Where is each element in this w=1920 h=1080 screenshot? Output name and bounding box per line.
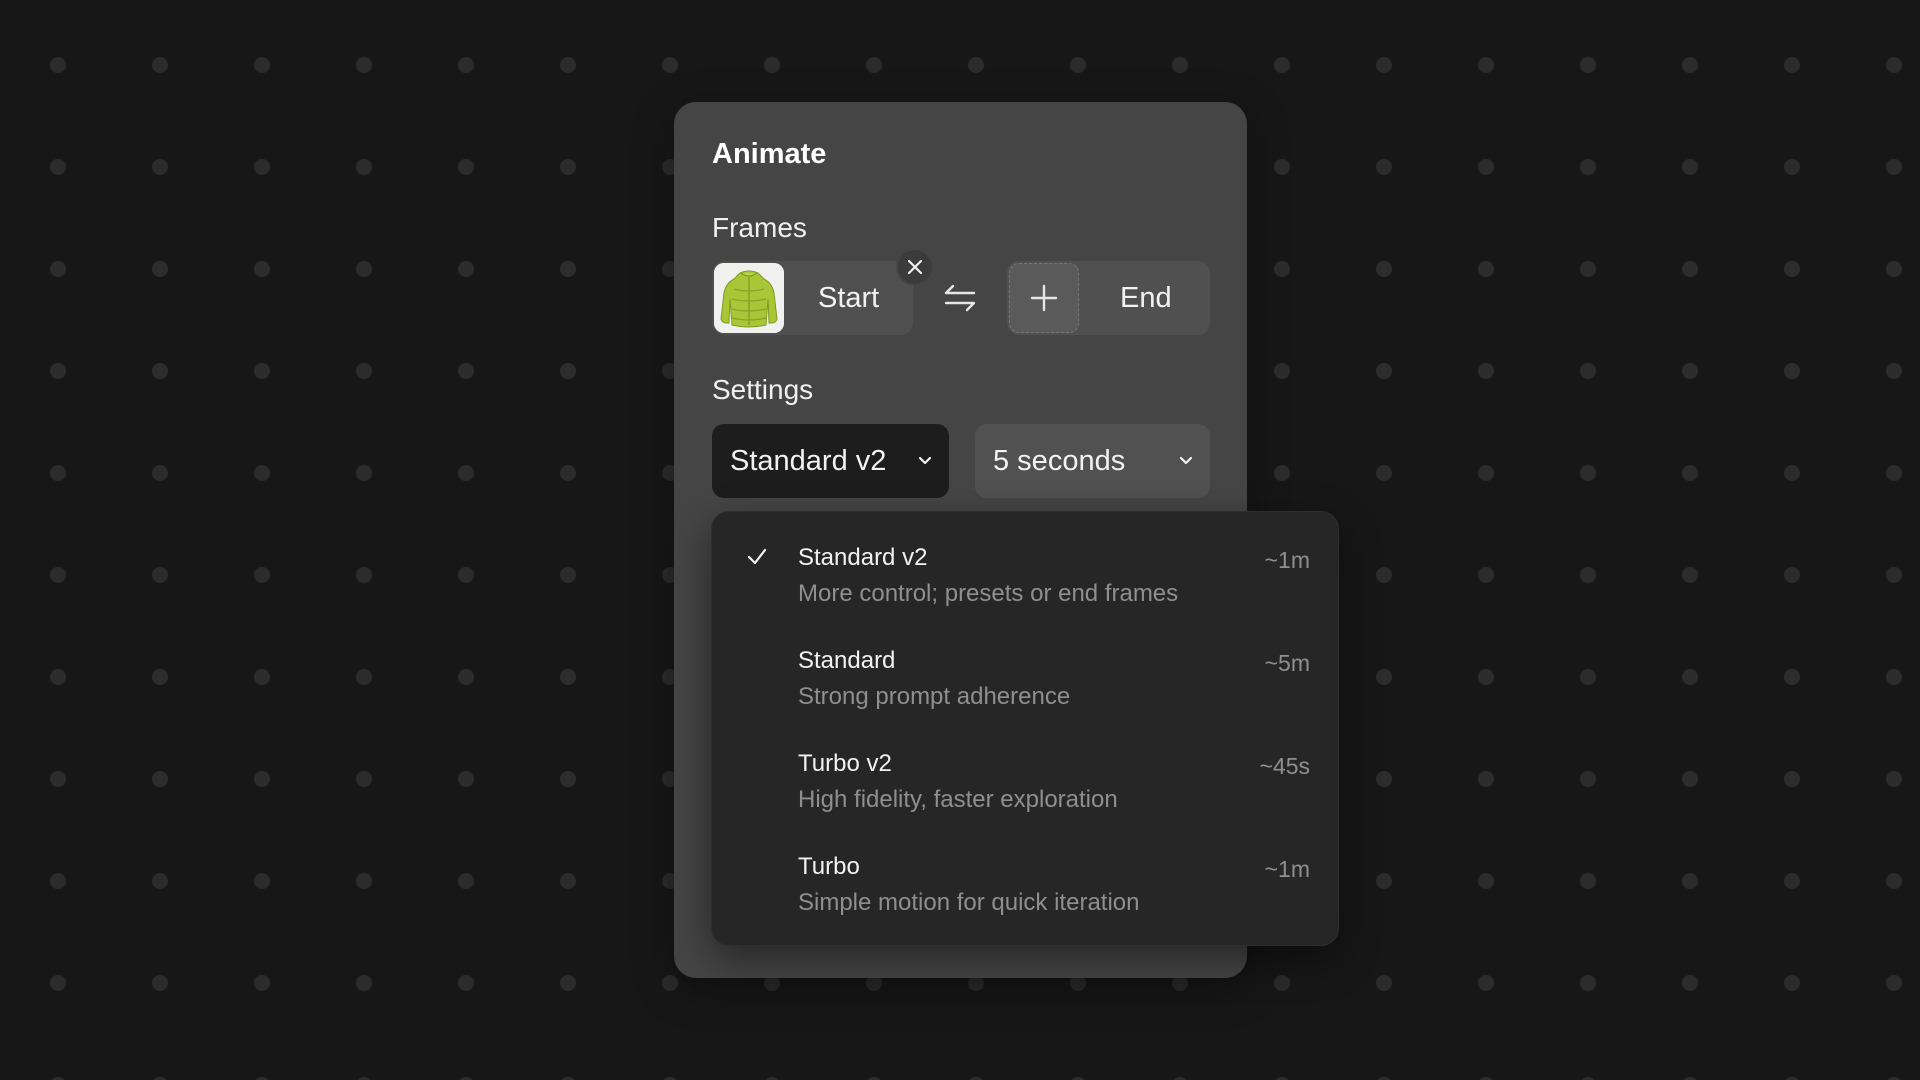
option-title: Turbo v2 xyxy=(798,750,892,777)
option-description: High fidelity, faster exploration xyxy=(798,786,1118,813)
plus-icon xyxy=(1030,284,1058,312)
duration-select-value: 5 seconds xyxy=(993,444,1126,477)
option-title: Turbo xyxy=(798,853,860,880)
end-frame-slot[interactable]: End xyxy=(1007,261,1210,335)
panel-title: Animate xyxy=(712,138,827,170)
add-end-frame-button[interactable] xyxy=(1009,263,1079,333)
close-icon xyxy=(907,259,923,275)
remove-start-frame-button[interactable] xyxy=(896,248,934,286)
option-title: Standard xyxy=(798,647,896,674)
model-option-standard-v2[interactable]: Standard v2 More control; presets or end… xyxy=(712,512,1340,615)
model-select-value: Standard v2 xyxy=(730,444,887,477)
option-time: ~5m xyxy=(1264,650,1310,676)
duration-select[interactable]: 5 seconds xyxy=(975,424,1210,498)
start-frame-slot[interactable]: Start xyxy=(712,261,913,335)
settings-label: Settings xyxy=(712,374,814,405)
checkmark-icon xyxy=(747,548,767,565)
option-time: ~1m xyxy=(1264,856,1310,882)
option-description: Strong prompt adherence xyxy=(798,683,1071,710)
end-frame-label: End xyxy=(1120,282,1172,314)
model-select[interactable]: Standard v2 xyxy=(712,424,949,498)
model-option-turbo-v2[interactable]: Turbo v2 High fidelity, faster explorati… xyxy=(712,718,1340,821)
model-option-turbo[interactable]: Turbo Simple motion for quick iteration … xyxy=(712,821,1340,924)
jacket-thumbnail-icon xyxy=(714,263,784,333)
option-time: ~45s xyxy=(1259,753,1310,779)
chevron-down-icon xyxy=(918,456,932,465)
option-description: More control; presets or end frames xyxy=(798,580,1179,607)
option-title: Standard v2 xyxy=(798,544,928,571)
model-dropdown-menu: Standard v2 More control; presets or end… xyxy=(711,511,1339,946)
swap-arrows-icon[interactable] xyxy=(942,280,978,316)
option-description: Simple motion for quick iteration xyxy=(798,889,1140,916)
model-option-standard[interactable]: Standard Strong prompt adherence ~5m xyxy=(712,615,1340,718)
frames-label: Frames xyxy=(712,212,807,243)
start-frame-label: Start xyxy=(818,282,880,314)
option-time: ~1m xyxy=(1264,547,1310,573)
chevron-down-icon xyxy=(1179,456,1193,465)
